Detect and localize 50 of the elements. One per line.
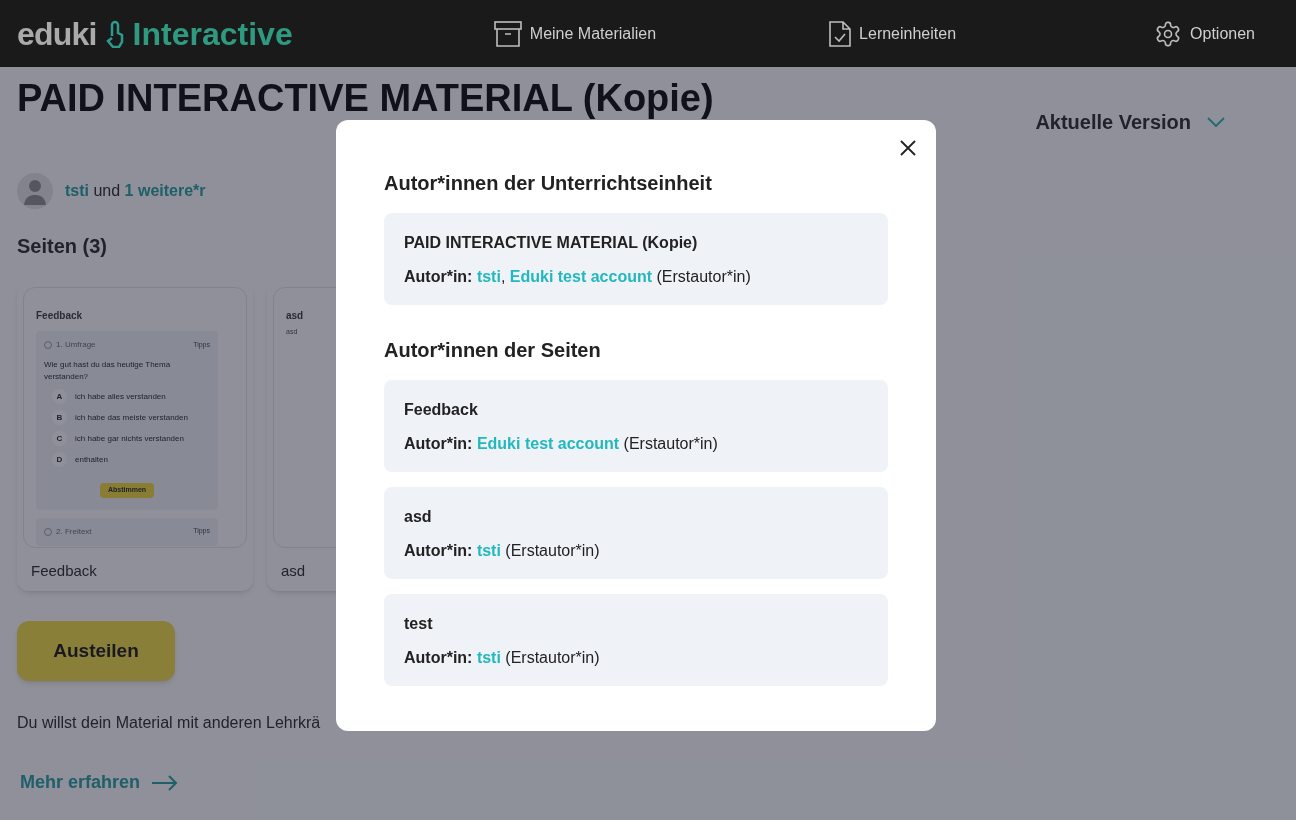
arrow-right-icon <box>152 774 179 791</box>
close-icon <box>900 140 916 156</box>
author-line: tsti und 1 weitere*r <box>65 181 206 201</box>
brand-logo[interactable]: eduki <box>17 9 97 58</box>
author-link[interactable]: tsti <box>476 268 501 285</box>
share-description: Du willst dein Material mit anderen Lehrkrä <box>17 713 321 733</box>
option-letter: D <box>52 452 67 467</box>
author-link[interactable]: Eduki test account <box>509 268 653 285</box>
option-text: ich habe alles verstanden <box>75 390 166 403</box>
option-text: ich habe das meiste verstanden <box>75 411 188 424</box>
preview-title: asd <box>286 309 304 323</box>
avatar-icon <box>17 173 53 209</box>
share-button[interactable]: Austeilen <box>17 621 175 681</box>
pages-heading: Seiten (3) <box>17 234 108 259</box>
option-text: ich habe gar nichts verstanden <box>75 432 184 445</box>
section-heading: Autor*innen der Seiten <box>384 338 602 363</box>
option-letter: C <box>52 431 67 446</box>
option-letter: B <box>52 410 67 425</box>
author-link[interactable]: Eduki test account <box>476 435 620 452</box>
card-title: test <box>404 614 434 634</box>
author-link[interactable]: tsti <box>476 649 501 666</box>
close-button[interactable] <box>898 138 918 158</box>
version-dropdown[interactable]: Aktuelle Version <box>1035 107 1225 137</box>
more-authors-link[interactable]: 1 weitere*r <box>124 182 206 199</box>
page-title: PAID INTERACTIVE MATERIAL (Kopie) <box>17 77 714 119</box>
nav-link[interactable]: Lerneinheiten <box>829 20 957 47</box>
author-credit: Autor*in: tsti, Eduki test account (Erstautor*in) <box>404 267 752 287</box>
chevron-down-icon <box>1207 117 1225 127</box>
document-check-icon <box>829 20 852 47</box>
product-name: Interactive <box>132 14 293 54</box>
block-title: 1. Umfrage <box>56 339 96 351</box>
question-text: Wie gut hast du das heutige Thema verstanden? <box>44 359 172 383</box>
option-letter: A <box>52 389 67 404</box>
author-credit: Autor*in: tsti (Erstautor*in) <box>404 648 601 668</box>
archive-box-icon <box>493 20 522 47</box>
nav-link[interactable]: Meine Materialien <box>493 20 657 47</box>
author-credit: Autor*in: tsti (Erstautor*in) <box>404 541 601 561</box>
author-link[interactable]: tsti <box>476 542 501 559</box>
section-heading: Autor*innen der Unterrichtseinheit <box>384 171 713 196</box>
preview-title: Feedback <box>36 309 83 323</box>
learn-more-link[interactable]: Mehr erfahren <box>20 769 179 796</box>
author-link[interactable]: tsti <box>65 182 89 199</box>
card-title: asd <box>404 507 433 527</box>
card-title: Feedback <box>404 400 479 420</box>
nav-link[interactable]: Optionen <box>1154 19 1255 48</box>
page-caption: Feedback <box>31 561 97 581</box>
author-credit: Autor*in: Eduki test account (Erstautor*in) <box>404 434 719 454</box>
page-caption: asd <box>281 561 306 581</box>
card-title: PAID INTERACTIVE MATERIAL (Kopie) <box>404 233 699 253</box>
option-text: enthalten <box>75 453 108 466</box>
